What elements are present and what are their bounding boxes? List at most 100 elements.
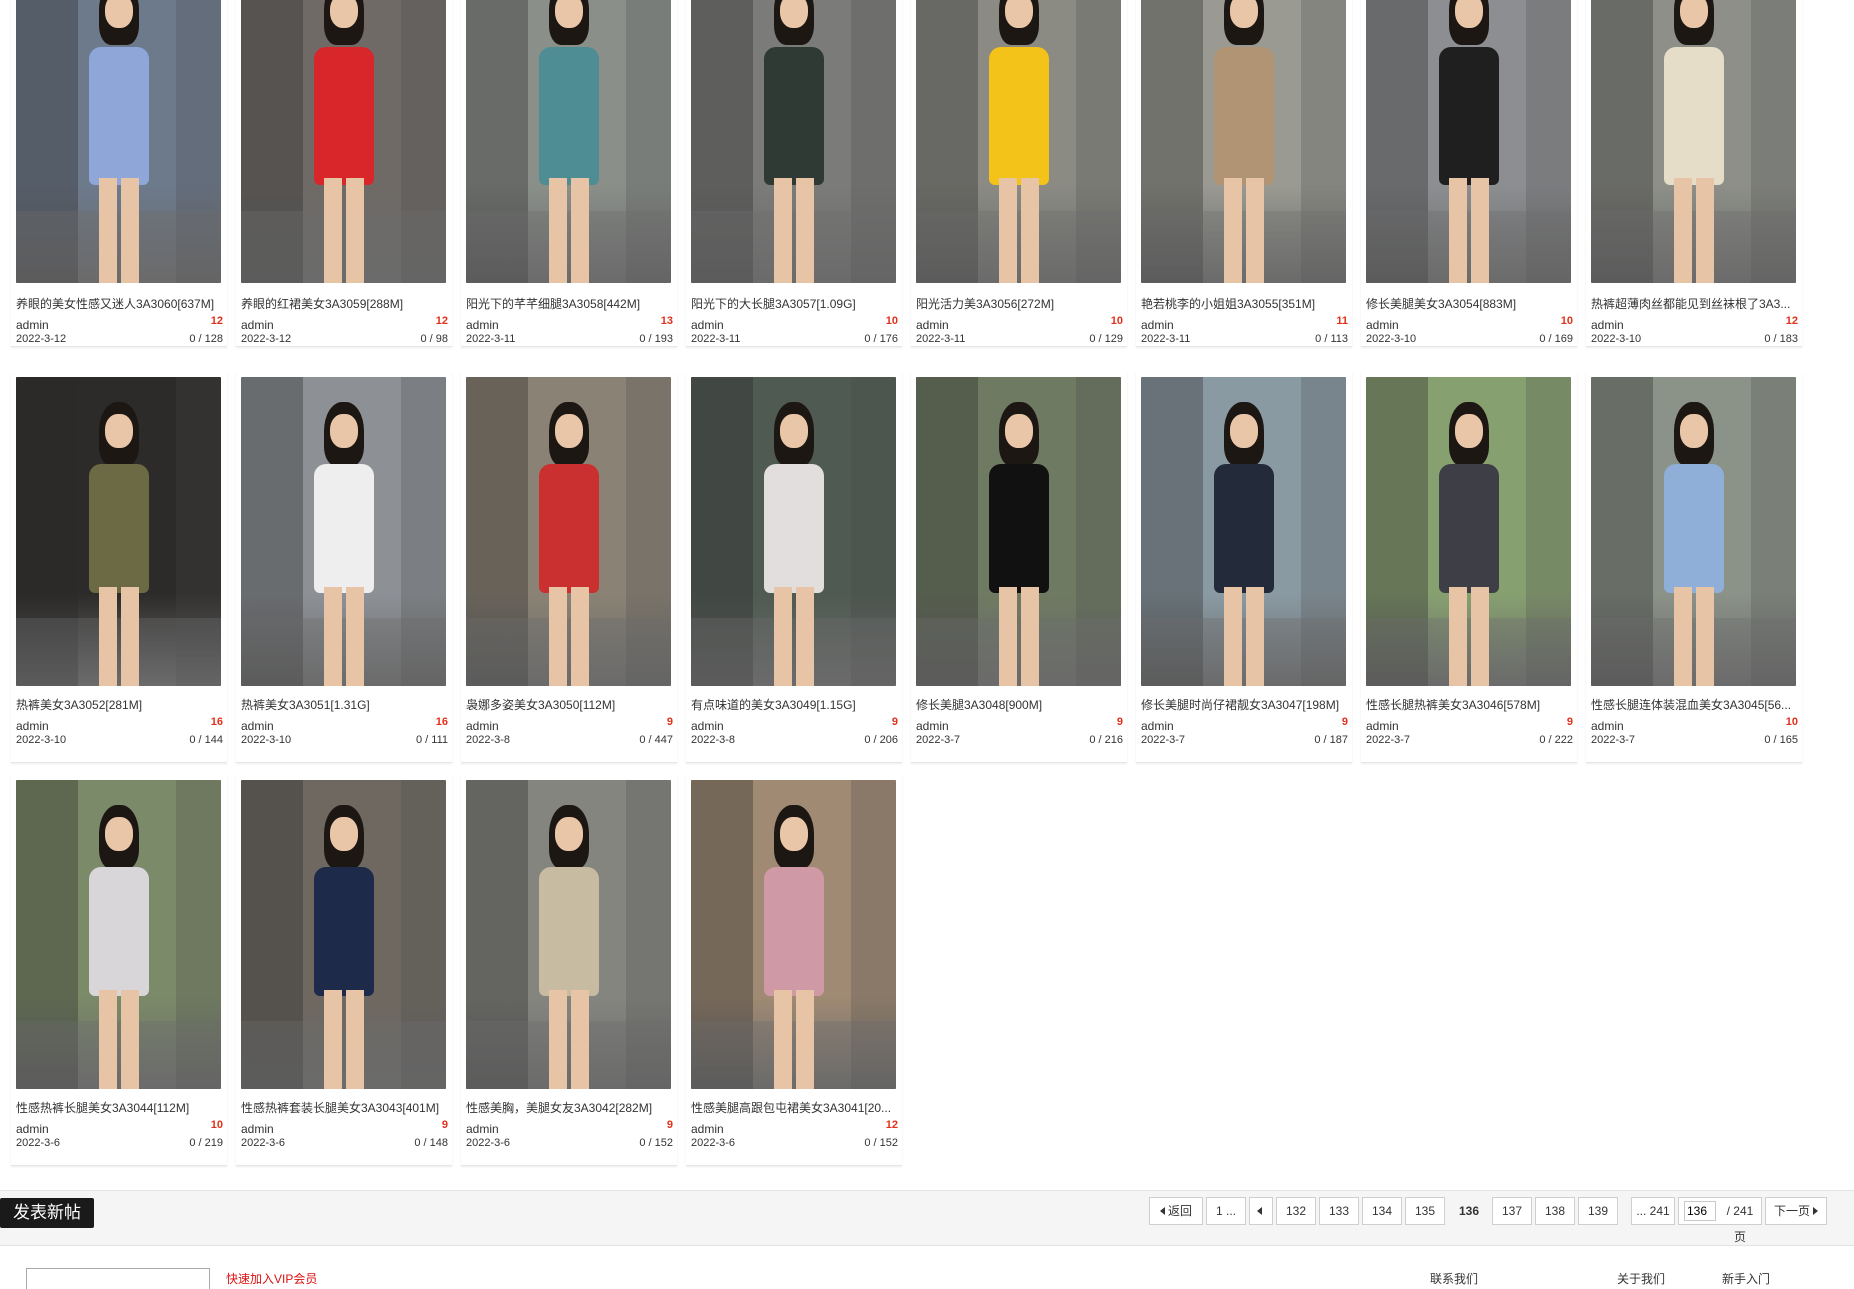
thread-thumbnail[interactable]	[466, 780, 671, 1089]
thread-title[interactable]: 艳若桃李的小姐姐3A3055[351M]	[1141, 297, 1349, 311]
bottom-toolbar	[0, 1190, 1854, 1246]
thread-date: 2022-3-6	[241, 1137, 286, 1149]
thread-thumbnail[interactable]	[691, 0, 896, 283]
thread-thumbnail[interactable]	[1591, 377, 1796, 686]
page-number[interactable]: 133	[1319, 1197, 1359, 1225]
footer-about-link[interactable]: 关于我们	[1617, 1270, 1665, 1287]
footer-contact-link[interactable]: 联系我们	[1430, 1270, 1478, 1287]
reply-view-count: 0 / 447	[639, 734, 673, 746]
thread-title[interactable]: 修长美腿美女3A3054[883M]	[1366, 297, 1574, 311]
thread-thumbnail[interactable]	[1141, 377, 1346, 686]
thread-title[interactable]: 性感长腿热裤美女3A3046[578M]	[1366, 698, 1574, 712]
thread-title[interactable]: 阳光下的大长腿3A3057[1.09G]	[691, 297, 899, 311]
thread-card[interactable]: 养眼的红裙美女3A3059[288M] admin 12 2022-3-12 0 / 9…	[236, 0, 452, 347]
thread-thumbnail[interactable]	[241, 0, 446, 283]
image-count-badge: 11	[1336, 315, 1348, 327]
image-count-badge: 9	[666, 1119, 673, 1131]
thread-card[interactable]: 性感长腿连体装混血美女3A3045[56... admin 10 2022-3-7 0 …	[1586, 372, 1802, 763]
reply-view-count: 0 / 183	[1764, 333, 1798, 345]
thread-thumbnail[interactable]	[16, 780, 221, 1089]
page-number[interactable]: 139	[1578, 1197, 1618, 1225]
thread-title[interactable]: 袅娜多姿美女3A3050[112M]	[466, 698, 674, 712]
image-count-badge: 10	[1110, 315, 1123, 327]
footer-guide-link[interactable]: 新手入门	[1722, 1270, 1770, 1287]
thread-title[interactable]: 热裤美女3A3051[1.31G]	[241, 698, 449, 712]
prev-page-button[interactable]	[1249, 1197, 1273, 1225]
thread-card[interactable]: 阳光下的大长腿3A3057[1.09G] admin 10 2022-3-11 0 / …	[686, 0, 902, 347]
page-last[interactable]: ... 241	[1631, 1197, 1675, 1225]
thread-thumbnail[interactable]	[1141, 0, 1346, 283]
page-number[interactable]: 136	[1449, 1197, 1489, 1225]
thread-date: 2022-3-10	[1591, 333, 1642, 345]
thread-thumbnail[interactable]	[466, 0, 671, 283]
thread-title[interactable]: 修长美腿时尚仔裙靓女3A3047[198M]	[1141, 698, 1349, 712]
thread-card[interactable]: 艳若桃李的小姐姐3A3055[351M] admin 11 2022-3-11 0 / …	[1136, 0, 1352, 347]
thread-title[interactable]: 性感长腿连体装混血美女3A3045[56...	[1591, 698, 1799, 712]
thread-title[interactable]: 养眼的红裙美女3A3059[288M]	[241, 297, 449, 311]
thread-card[interactable]: 性感长腿热裤美女3A3046[578M] admin 9 2022-3-7 0 / 22…	[1361, 372, 1577, 763]
thread-title[interactable]: 性感美腿高跟包屯裙美女3A3041[20...	[691, 1101, 899, 1115]
new-post-button[interactable]: 发表新帖	[0, 1198, 94, 1228]
reply-view-count: 0 / 176	[864, 333, 898, 345]
thread-author: admin	[916, 719, 949, 733]
thread-card[interactable]: 性感美胸，美腿女友3A3042[282M] admin 9 2022-3-6 0 / 1…	[461, 775, 677, 1166]
thread-card[interactable]: 袅娜多姿美女3A3050[112M] admin 9 2022-3-8 0 / 447	[461, 372, 677, 763]
thread-title[interactable]: 修长美腿3A3048[900M]	[916, 698, 1124, 712]
thread-thumbnail[interactable]	[691, 377, 896, 686]
thread-author: admin	[241, 318, 274, 332]
thread-thumbnail[interactable]	[1591, 0, 1796, 283]
page-number[interactable]: 137	[1492, 1197, 1532, 1225]
thread-card[interactable]: 有点味道的美女3A3049[1.15G] admin 9 2022-3-8 0 / 20…	[686, 372, 902, 763]
page-number[interactable]: 134	[1362, 1197, 1402, 1225]
thread-card[interactable]: 修长美腿美女3A3054[883M] admin 10 2022-3-10 0 / 16…	[1361, 0, 1577, 347]
image-count-badge: 12	[435, 315, 448, 327]
thread-thumbnail[interactable]	[916, 377, 1121, 686]
footer-vip-link[interactable]: 快速加入VIP会员	[226, 1270, 317, 1287]
page-number[interactable]: 135	[1405, 1197, 1445, 1225]
thread-title[interactable]: 阳光活力美3A3056[272M]	[916, 297, 1124, 311]
next-page-button[interactable]: 下一页	[1765, 1197, 1827, 1225]
thread-card[interactable]: 养眼的美女性感又迷人3A3060[637M] admin 12 2022-3-12 0 …	[11, 0, 227, 347]
image-count-badge: 16	[435, 716, 448, 728]
image-count-badge: 12	[210, 315, 223, 327]
thread-thumbnail[interactable]	[241, 780, 446, 1089]
thread-card[interactable]: 修长美腿时尚仔裙靓女3A3047[198M] admin 9 2022-3-7 0 / …	[1136, 372, 1352, 763]
thread-thumbnail[interactable]	[16, 377, 221, 686]
thread-card[interactable]: 性感热裤长腿美女3A3044[112M] admin 10 2022-3-6 0 / 2…	[11, 775, 227, 1166]
thread-card[interactable]: 热裤美女3A3052[281M] admin 16 2022-3-10 0 / 144	[11, 372, 227, 763]
thread-thumbnail[interactable]	[1366, 0, 1571, 283]
back-button[interactable]: 返回	[1149, 1197, 1203, 1225]
thread-title[interactable]: 热裤超薄肉丝都能见到丝袜根了3A3...	[1591, 297, 1799, 311]
thread-title[interactable]: 养眼的美女性感又迷人3A3060[637M]	[16, 297, 224, 311]
jump-page-box: / 241 页	[1678, 1197, 1762, 1244]
reply-view-count: 0 / 98	[420, 333, 448, 345]
thread-card[interactable]: 热裤超薄肉丝都能见到丝袜根了3A3... admin 12 2022-3-10 0 / …	[1586, 0, 1802, 347]
thread-title[interactable]: 性感热裤套装长腿美女3A3043[401M]	[241, 1101, 449, 1115]
thread-card[interactable]: 阳光活力美3A3056[272M] admin 10 2022-3-11 0 / 129	[911, 0, 1127, 347]
thread-thumbnail[interactable]	[16, 0, 221, 283]
thread-thumbnail[interactable]	[466, 377, 671, 686]
thread-title[interactable]: 有点味道的美女3A3049[1.15G]	[691, 698, 899, 712]
reply-view-count: 0 / 152	[639, 1137, 673, 1149]
thread-title[interactable]: 热裤美女3A3052[281M]	[16, 698, 224, 712]
page-jump-input[interactable]	[1684, 1201, 1716, 1221]
thread-thumbnail[interactable]	[691, 780, 896, 1089]
thread-card[interactable]: 性感美腿高跟包屯裙美女3A3041[20... admin 12 2022-3-6 0 …	[686, 775, 902, 1166]
thread-author: admin	[691, 318, 724, 332]
thread-thumbnail[interactable]	[241, 377, 446, 686]
thread-thumbnail[interactable]	[1366, 377, 1571, 686]
thread-card[interactable]: 热裤美女3A3051[1.31G] admin 16 2022-3-10 0 / 111	[236, 372, 452, 763]
thread-title[interactable]: 阳光下的芊芊细腿3A3058[442M]	[466, 297, 674, 311]
thread-author: admin	[241, 719, 274, 733]
page-number[interactable]: 138	[1535, 1197, 1575, 1225]
thread-card[interactable]: 修长美腿3A3048[900M] admin 9 2022-3-7 0 / 216	[911, 372, 1127, 763]
thread-card[interactable]: 阳光下的芊芊细腿3A3058[442M] admin 13 2022-3-11 0 / …	[461, 0, 677, 347]
thread-card[interactable]: 性感热裤套装长腿美女3A3043[401M] admin 9 2022-3-6 0 / …	[236, 775, 452, 1166]
thread-title[interactable]: 性感美胸，美腿女友3A3042[282M]	[466, 1101, 674, 1115]
page-number[interactable]: 132	[1276, 1197, 1316, 1225]
thread-author: admin	[1366, 719, 1399, 733]
page-first[interactable]: 1 ...	[1206, 1197, 1246, 1225]
thread-thumbnail[interactable]	[916, 0, 1121, 283]
thread-title[interactable]: 性感热裤长腿美女3A3044[112M]	[16, 1101, 224, 1115]
thread-date: 2022-3-8	[691, 734, 736, 746]
